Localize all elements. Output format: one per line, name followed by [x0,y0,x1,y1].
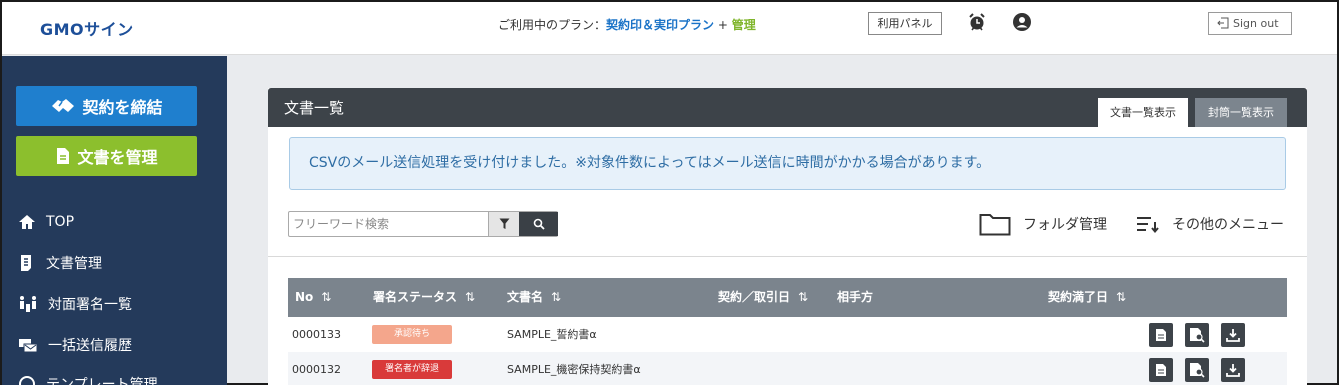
sidebar-item-label: 文書管理 [46,256,102,272]
table-row[interactable]: 0000133 承認待ち SAMPLE_誓約書α [288,317,1287,352]
menu-sort-icon [1137,217,1159,234]
usage-panel-button[interactable]: 利用パネル [868,12,942,35]
plan-main: 契約印＆実印プラン [606,18,715,32]
plan-extra: 管理 [731,18,756,32]
sort-icon: ⇅ [1116,290,1127,304]
sidebar: 契約を締結 文書を管理 TOP 文書管理 対面署名一覧 一括送信履歴 テンプレー… [2,56,227,385]
sidebar-item-top[interactable]: TOP [18,211,74,233]
template-icon [19,376,35,385]
card-header: 文書一覧 文書一覧表示 封筒一覧表示 [268,88,1307,127]
document-search-icon [1190,328,1205,343]
search-icon [533,218,545,230]
download-button[interactable] [1221,358,1245,382]
divider [268,256,1307,257]
preview-document-button[interactable] [1149,358,1173,382]
column-label: No [295,290,314,304]
sidebar-item-label: TOP [46,214,75,230]
cell-document-name[interactable]: SAMPLE_誓約書α [507,317,597,352]
document-icon [1156,329,1166,341]
preview-document-button[interactable] [1149,323,1173,347]
sort-icon: ⇅ [551,290,562,304]
create-contract-button[interactable]: 契約を締結 [16,86,197,126]
tab-envelope-list[interactable]: 封筒一覧表示 [1195,98,1287,127]
column-counterparty: 相手方 [837,278,873,317]
cell-no: 0000132 [292,363,341,376]
document-icon [1156,364,1166,376]
sign-out-icon [1217,17,1229,29]
top-header: GMOサイン ご利用中のプラン：契約印＆実印プラン + 管理 利用パネル Sig… [2,2,1337,55]
document-search-icon [1190,363,1205,378]
view-details-button[interactable] [1185,358,1209,382]
column-document-name[interactable]: 文書名 ⇅ [507,278,561,317]
folder-icon [979,214,1011,236]
column-label: 契約／取引日 [718,290,791,304]
other-menu-button[interactable]: その他のメニュー [1136,211,1284,237]
search-input[interactable] [289,212,487,236]
page-title: 文書一覧 [284,99,345,117]
sidebar-item-label: 対面署名一覧 [48,297,132,313]
sidebar-item-label: 一括送信履歴 [48,338,132,354]
filter-button[interactable] [488,212,519,236]
documents-table: No ⇅ 署名ステータス ⇅ 文書名 ⇅ 契約／取引日 ⇅ 相手方 契約満了日 ⇅ 000… [288,278,1287,385]
column-contract-date[interactable]: 契約／取引日 ⇅ [718,278,808,317]
view-details-button[interactable] [1185,323,1209,347]
tab-document-list[interactable]: 文書一覧表示 [1098,98,1188,127]
download-icon [1226,364,1240,377]
sidebar-item-face-to-face[interactable]: 対面署名一覧 [18,293,132,315]
sidebar-item-bulk-send[interactable]: 一括送信履歴 [18,334,132,356]
table-row[interactable]: 0000132 署名者が辞退 SAMPLE_機密保持契約書α [288,352,1287,385]
sidebar-item-templates[interactable]: テンプレート管理 [18,373,158,385]
sign-out-button[interactable]: Sign out [1208,12,1292,35]
column-label: 文書名 [507,290,544,304]
sort-icon: ⇅ [798,290,809,304]
user-icon[interactable] [1012,12,1032,32]
sidebar-item-label: テンプレート管理 [46,377,158,385]
search-button[interactable] [519,212,558,236]
plan-info: ご利用中のプラン：契約印＆実印プラン + 管理 [498,16,756,33]
handshake-icon [52,99,75,112]
status-badge: 承認待ち [372,325,452,344]
document-icon [57,148,70,164]
manage-documents-label: 文書を管理 [77,148,158,167]
home-icon [19,215,35,229]
create-contract-label: 契約を締結 [82,98,163,117]
alarm-clock-icon[interactable] [967,12,987,32]
sort-icon: ⇅ [321,290,332,304]
folder-manage-button[interactable]: フォルダ管理 [979,211,1107,237]
cell-document-name[interactable]: SAMPLE_機密保持契約書α [507,352,641,385]
plan-plus: + [714,18,732,32]
filter-icon [499,218,509,229]
folder-manage-label: フォルダ管理 [1023,217,1107,233]
column-label: 署名ステータス [373,290,458,304]
search-box [288,211,558,237]
table-header: No ⇅ 署名ステータス ⇅ 文書名 ⇅ 契約／取引日 ⇅ 相手方 契約満了日 ⇅ [288,278,1287,317]
download-button[interactable] [1221,323,1245,347]
column-status[interactable]: 署名ステータス ⇅ [373,278,475,317]
cell-no: 0000133 [292,328,341,341]
documents-card: 文書一覧 文書一覧表示 封筒一覧表示 CSVのメール送信処理を受け付けました。※… [268,88,1307,385]
other-menu-label: その他のメニュー [1172,217,1284,233]
column-expiry[interactable]: 契約満了日 ⇅ [1048,278,1126,317]
logo[interactable]: GMOサイン [40,16,134,40]
column-label: 契約満了日 [1048,290,1109,304]
manage-documents-button[interactable]: 文書を管理 [16,136,197,176]
document-icon [21,255,31,271]
download-icon [1226,329,1240,342]
sign-out-label: Sign out [1233,17,1279,30]
plan-prefix: ご利用中のプラン： [498,18,607,32]
bulk-send-icon [19,339,38,353]
sort-icon: ⇅ [465,290,476,304]
column-no[interactable]: No ⇅ [295,278,331,317]
info-alert: CSVのメール送信処理を受け付けました。※対象件数によってはメール送信に時間がか… [289,137,1286,190]
sidebar-item-documents[interactable]: 文書管理 [18,252,102,274]
column-label: 相手方 [837,290,874,304]
face-to-face-icon [20,296,36,312]
status-badge: 署名者が辞退 [372,360,452,379]
